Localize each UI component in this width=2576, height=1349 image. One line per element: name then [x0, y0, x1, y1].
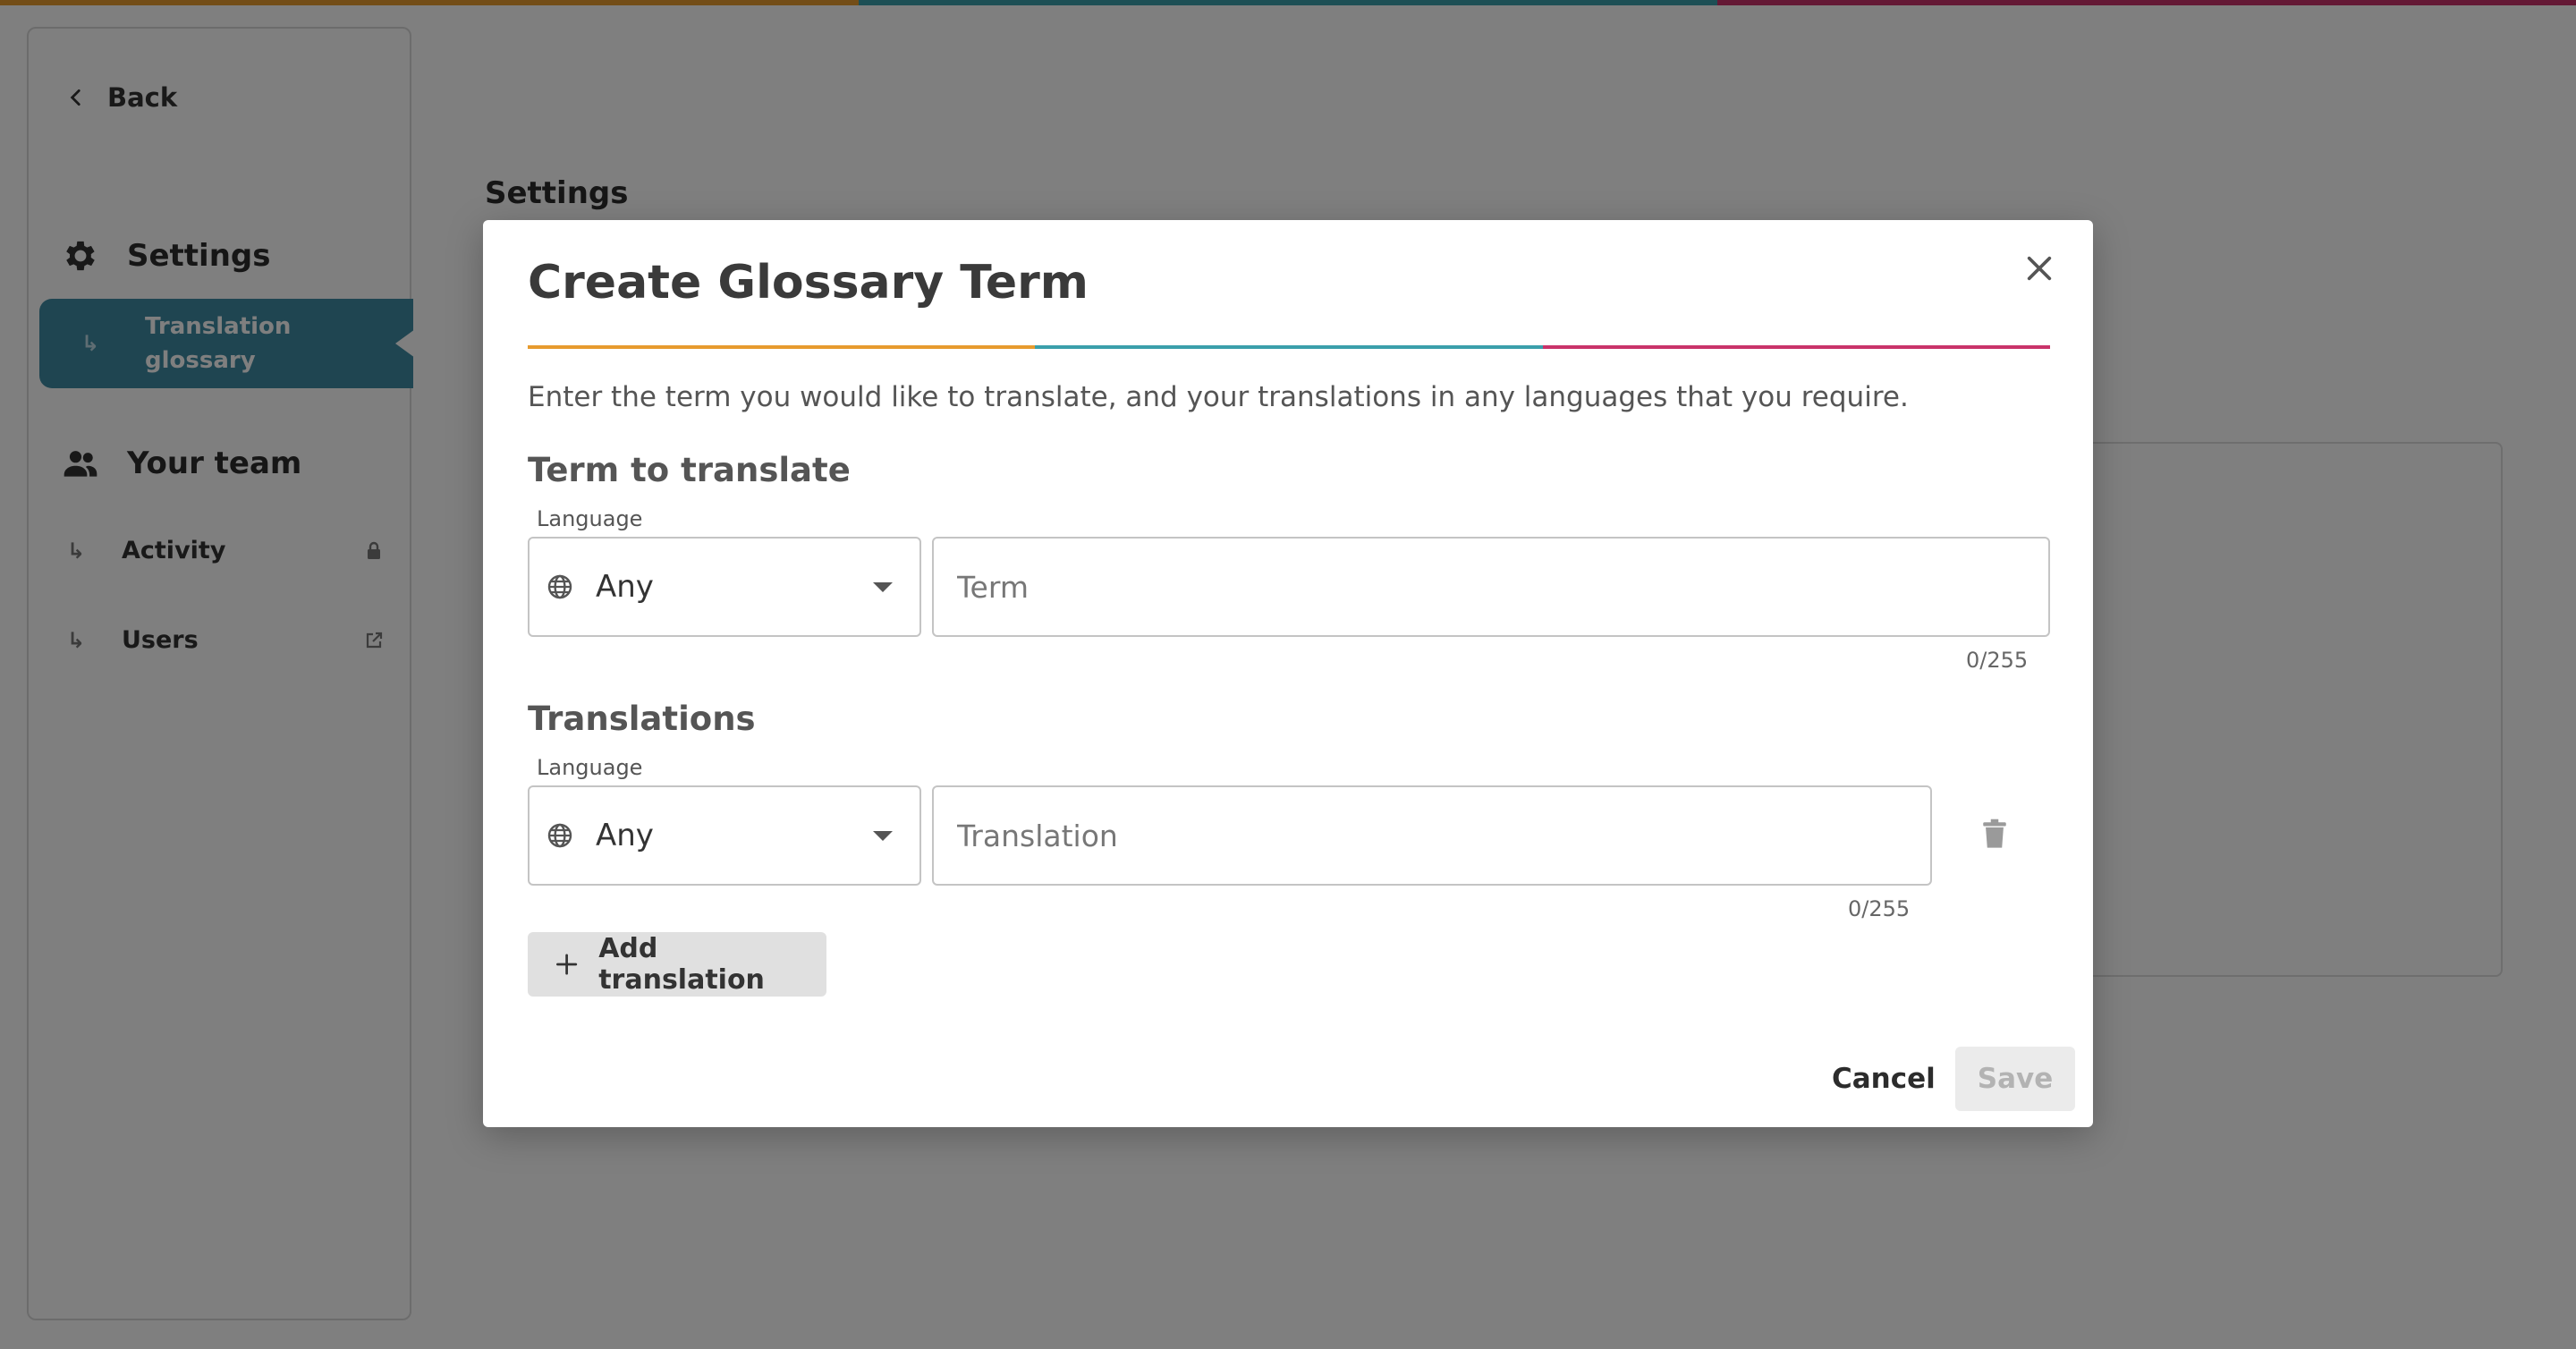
- term-language-select[interactable]: Any: [528, 537, 921, 637]
- term-char-counter: 0/255: [1966, 648, 2029, 673]
- save-button[interactable]: Save: [1955, 1047, 2075, 1111]
- title-divider: [528, 345, 2050, 349]
- divider-orange: [528, 345, 1036, 349]
- translation-language-label: Language: [537, 755, 643, 780]
- plus-icon: [556, 954, 578, 975]
- dropdown-caret-icon: [873, 581, 893, 592]
- dialog-title: Create Glossary Term: [528, 256, 1089, 310]
- add-translation-button[interactable]: Add translation: [528, 932, 826, 997]
- add-translation-label: Add translation: [598, 933, 765, 996]
- save-label: Save: [1977, 1063, 2054, 1095]
- dialog-description: Enter the term you would like to transla…: [528, 381, 1909, 413]
- delete-translation-button[interactable]: [1973, 812, 2016, 855]
- translation-input[interactable]: [932, 785, 1932, 886]
- translation-char-counter: 0/255: [1848, 896, 1911, 921]
- close-button[interactable]: [2012, 242, 2066, 295]
- term-input[interactable]: [932, 537, 2050, 637]
- term-language-label: Language: [537, 506, 643, 531]
- term-language-value: Any: [596, 569, 654, 605]
- term-section-heading: Term to translate: [528, 451, 851, 489]
- trash-icon: [1983, 819, 2006, 848]
- globe-icon: [547, 574, 572, 599]
- translation-language-value: Any: [596, 818, 654, 853]
- divider-teal: [1035, 345, 1543, 349]
- globe-icon: [547, 823, 572, 848]
- dropdown-caret-icon: [873, 830, 893, 841]
- translation-language-select[interactable]: Any: [528, 785, 921, 886]
- cancel-button[interactable]: Cancel: [1832, 1063, 1936, 1095]
- divider-pink: [1542, 345, 2050, 349]
- create-glossary-term-dialog: Create Glossary Term Enter the term you …: [483, 220, 2093, 1127]
- translations-section-heading: Translations: [528, 700, 756, 738]
- close-icon: [2027, 256, 2052, 281]
